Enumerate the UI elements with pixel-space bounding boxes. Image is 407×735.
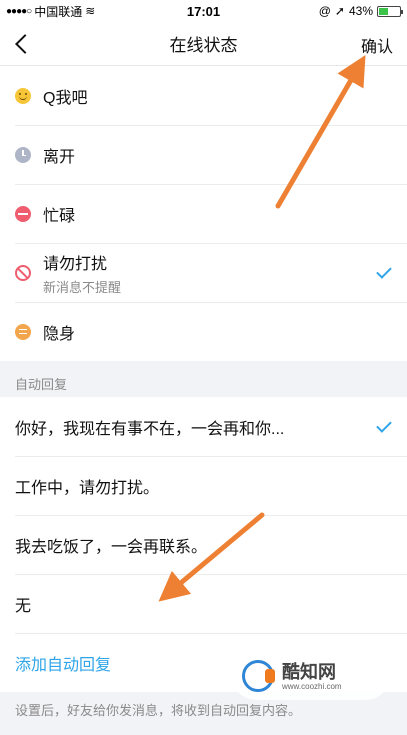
watermark-name: 酷知网 <box>282 661 336 682</box>
status-item-away[interactable]: 离开 <box>0 125 407 184</box>
auto-reply-text: 无 <box>15 597 32 615</box>
auto-reply-footnote: 设置后，好友给你发消息，将收到自动回复内容。 <box>15 703 302 718</box>
location-icon: ➚ <box>334 4 345 18</box>
status-item-do-not-disturb[interactable]: 请勿打扰 新消息不提醒 <box>0 243 407 302</box>
clock-icon <box>15 146 31 163</box>
status-item-busy[interactable]: 忙碌 <box>0 184 407 243</box>
status-label: 隐身 <box>43 325 76 343</box>
minus-icon <box>15 205 31 222</box>
back-chevron-icon[interactable] <box>12 30 36 58</box>
auto-reply-option[interactable]: 无 <box>0 574 407 633</box>
auto-reply-text: 我去吃饭了，一会再联系。 <box>15 538 208 556</box>
nav-bar: 在线状态 确认 <box>0 22 407 66</box>
page-title: 在线状态 <box>169 36 238 55</box>
smile-icon <box>15 87 31 104</box>
no-entry-icon <box>15 264 31 281</box>
auto-reply-option[interactable]: 你好，我现在有事不在，一会再和你... <box>0 397 407 456</box>
status-label: 离开 <box>43 148 76 166</box>
auto-reply-text: 工作中，请勿打扰。 <box>15 479 160 497</box>
auto-reply-option[interactable]: 我去吃饭了，一会再联系。 <box>0 515 407 574</box>
status-item-q-me[interactable]: Q我吧 <box>0 66 407 125</box>
carrier-label: 中国联通 <box>34 4 83 19</box>
watermark-url: www.coozhi.com <box>282 681 342 691</box>
watermark: 酷知网 www.coozhi.com <box>232 652 390 700</box>
status-label: 请勿打扰 <box>43 255 108 273</box>
status-sublabel: 新消息不提醒 <box>43 279 122 295</box>
status-list: Q我吧 离开 忙碌 请勿打扰 新消息不提醒 隐身 <box>0 66 407 361</box>
lock-rotation-icon: @ <box>318 4 331 18</box>
add-auto-reply-link[interactable]: 添加自动回复 <box>15 651 111 675</box>
checkmark-icon <box>376 416 392 433</box>
battery-icon <box>377 5 403 17</box>
confirm-button[interactable]: 确认 <box>361 33 393 57</box>
hidden-icon <box>15 323 31 340</box>
section-title-auto-reply: 自动回复 <box>15 377 68 392</box>
status-label: Q我吧 <box>43 89 88 107</box>
clock-time: 17:01 <box>186 3 221 19</box>
status-item-invisible[interactable]: 隐身 <box>0 302 407 361</box>
status-bar: ●●●●○ 中国联通 ≋ 17:01 @ ➚ 43% <box>0 0 407 22</box>
checkmark-icon <box>376 262 392 279</box>
battery-percent: 43% <box>348 4 373 18</box>
auto-reply-text: 你好，我现在有事不在，一会再和你... <box>15 420 285 438</box>
status-label: 忙碌 <box>43 207 76 225</box>
auto-reply-list: 你好，我现在有事不在，一会再和你... 工作中，请勿打扰。 我去吃饭了，一会再联… <box>0 397 407 692</box>
signal-icon: ●●●●○ <box>6 5 32 17</box>
watermark-logo-icon <box>242 660 275 692</box>
wifi-icon: ≋ <box>85 4 96 18</box>
auto-reply-option[interactable]: 工作中，请勿打扰。 <box>0 456 407 515</box>
